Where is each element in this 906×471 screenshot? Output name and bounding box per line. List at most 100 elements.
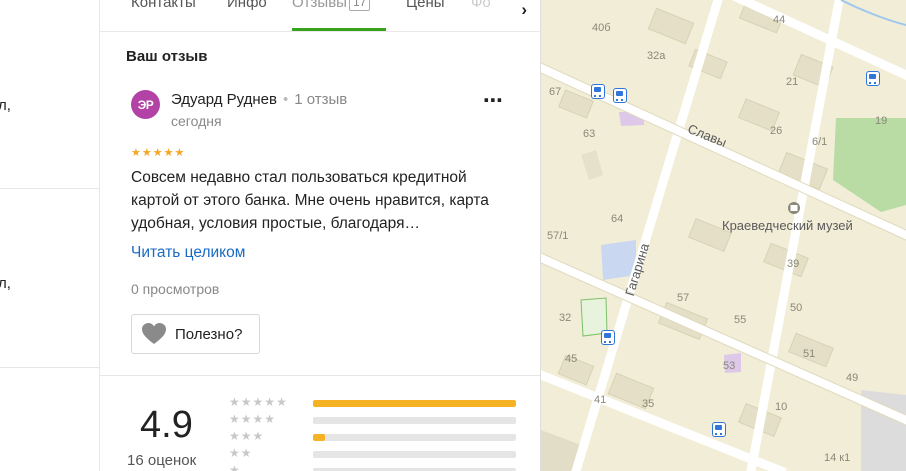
star-icon: ★ [229, 395, 240, 409]
star-icon: ★ [240, 395, 252, 409]
list-item[interactable]: л, [0, 189, 99, 368]
useful-button-label: Полезно? [175, 325, 243, 343]
rating-row-stars: ★ ★ [229, 447, 252, 459]
star-icon: ★ [229, 429, 240, 443]
house-number-label: 51 [803, 348, 816, 360]
list-item-snippet: л, [0, 275, 11, 292]
house-number-label: 10 [775, 401, 788, 413]
list-item[interactable]: л, [0, 0, 99, 189]
organization-panel: Контакты Инфо Отзывы 17 Цены Фо › Ваш отз… [100, 0, 541, 471]
star-icon: ★ [252, 429, 264, 443]
read-more-link[interactable]: Читать целиком [131, 244, 245, 262]
house-number-label: 63 [583, 128, 596, 140]
house-number-label: 53 [723, 360, 736, 372]
rating-bar-track [313, 400, 516, 407]
tab-info[interactable]: Инфо [227, 0, 267, 11]
useful-button[interactable]: Полезно? [131, 314, 260, 354]
map[interactable]: Славы Гагарина Краеведческий музей 40б 32… [541, 0, 906, 471]
rating-bar-fill [313, 434, 326, 441]
house-number-label: 6/1 [812, 136, 828, 148]
star-icon: ★ [174, 147, 185, 159]
rating-row[interactable]: ★ ★ ★ [229, 430, 529, 444]
house-number-label: 57 [677, 292, 690, 304]
rating-row[interactable]: ★ ★ ★ ★ [229, 413, 529, 427]
rating-bar-track [313, 434, 516, 441]
star-icon: ★ [152, 147, 163, 159]
bus-stop-icon[interactable] [601, 330, 615, 345]
bus-stop-icon[interactable] [712, 422, 726, 437]
house-number-label: 45 [565, 353, 578, 365]
house-number-label: 14 к1 [824, 452, 851, 464]
views-count: 0 просмотров [131, 281, 220, 297]
house-number-label: 49 [846, 372, 859, 384]
tab-bar: Контакты Инфо Отзывы 17 Цены Фо › [100, 0, 540, 32]
review-rating: ★ ★ ★ ★ ★ [131, 148, 184, 159]
rating-row-stars: ★ ★ ★ ★ ★ [229, 396, 287, 408]
rating-row-stars: ★ [229, 464, 240, 471]
star-icon: ★ [141, 147, 152, 159]
rating-bar-track [313, 417, 516, 424]
star-icon: ★ [252, 412, 264, 426]
house-number-label: 39 [787, 258, 800, 270]
star-icon: ★ [229, 463, 240, 471]
star-icon: ★ [264, 412, 276, 426]
review-text: Совсем недавно стал пользоваться кредитн… [131, 169, 489, 232]
bus-stop-icon[interactable] [613, 88, 627, 103]
house-number-label: 21 [786, 76, 799, 88]
star-icon: ★ [276, 395, 287, 409]
house-number-label: 35 [642, 398, 655, 410]
list-item-snippet: л, [0, 97, 11, 114]
bus-stop-icon[interactable] [591, 84, 605, 99]
review-author: Эдуард Руднев • 1 отзыв [171, 91, 347, 108]
house-number-label: 19 [875, 115, 888, 127]
poi-label[interactable]: Краеведческий музей [722, 218, 853, 233]
rating-row[interactable]: ★ ★ ★ ★ ★ [229, 396, 529, 410]
rating-bar-fill [313, 400, 516, 407]
bus-stop-icon[interactable] [866, 71, 880, 86]
star-icon: ★ [240, 429, 252, 443]
star-icon: ★ [163, 147, 174, 159]
heart-icon [142, 323, 166, 344]
house-number-label: 26 [770, 125, 783, 137]
reviews-count-badge: 17 [348, 0, 371, 11]
rating-row-stars: ★ ★ ★ [229, 430, 263, 442]
rating-score: 4.9 [140, 404, 193, 446]
house-number-label: 57/1 [547, 230, 569, 242]
star-icon: ★ [240, 412, 252, 426]
house-number-label: 50 [790, 302, 803, 314]
house-number-label: 40б [592, 22, 611, 34]
star-icon: ★ [264, 395, 276, 409]
results-list: л, л, [0, 0, 100, 471]
tab-reviews[interactable]: Отзывы 17 [292, 0, 371, 11]
tab-contacts[interactable]: Контакты [131, 0, 196, 11]
rating-row[interactable]: ★ [229, 464, 529, 471]
rating-bar-track [313, 451, 516, 458]
active-tab-indicator [292, 28, 386, 31]
star-icon: ★ [131, 147, 141, 159]
chevron-right-icon[interactable]: › [521, 0, 527, 20]
house-number-label: 41 [594, 394, 607, 406]
divider [100, 375, 540, 376]
tab-photos[interactable]: Фо [471, 0, 491, 11]
house-number-label: 55 [734, 314, 747, 326]
house-number-label: 44 [773, 14, 786, 26]
review-date: сегодня [171, 113, 222, 129]
star-icon: ★ [229, 412, 240, 426]
house-number-label: 32 [559, 312, 572, 324]
more-options-icon[interactable]: ⋯ [483, 88, 504, 113]
star-icon: ★ [240, 446, 252, 460]
house-number-label: 64 [611, 213, 624, 225]
ratings-count: 16 оценок [127, 452, 197, 469]
star-icon: ★ [252, 395, 264, 409]
rating-row[interactable]: ★ ★ [229, 447, 529, 461]
separator-dot: • [282, 91, 289, 108]
author-name[interactable]: Эдуард Руднев [171, 91, 277, 108]
author-review-count: 1 отзыв [294, 91, 348, 108]
rating-row-stars: ★ ★ ★ ★ [229, 413, 275, 425]
section-title: Ваш отзыв [126, 48, 208, 65]
avatar[interactable]: ЭР [131, 90, 160, 119]
house-number-label: 32а [647, 50, 666, 62]
tab-prices[interactable]: Цены [406, 0, 445, 11]
star-icon: ★ [229, 446, 240, 460]
house-number-label: 67 [549, 86, 562, 98]
